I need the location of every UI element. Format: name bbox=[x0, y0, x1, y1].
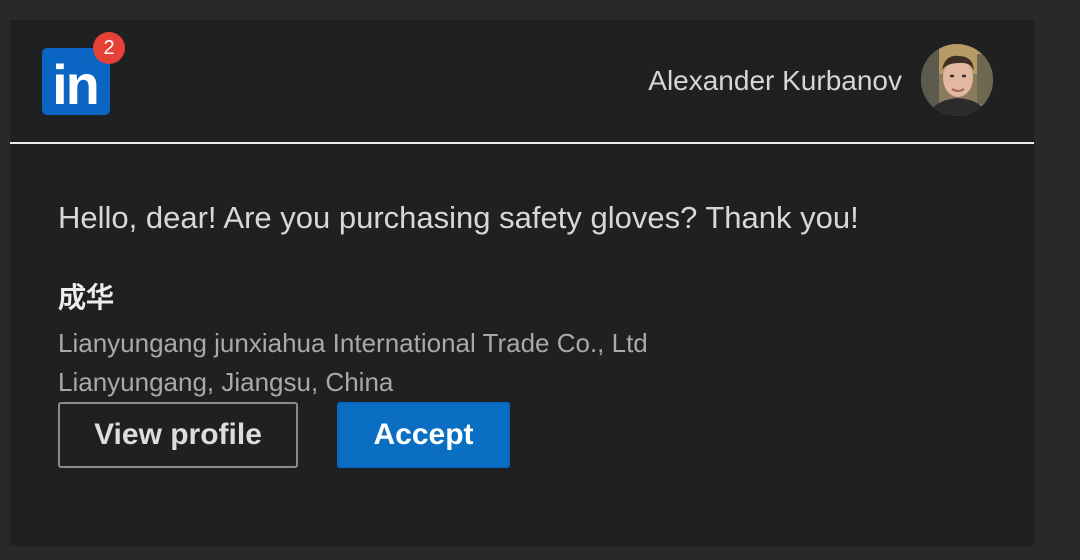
accept-button[interactable]: Accept bbox=[337, 402, 510, 468]
logo-text: in bbox=[52, 53, 100, 116]
avatar-photo-icon bbox=[921, 44, 993, 116]
avatar[interactable] bbox=[921, 44, 993, 116]
notification-badge: 2 bbox=[93, 32, 125, 64]
sender-name: 成华 bbox=[58, 281, 115, 314]
sender-company: Lianyungang junxiahua International Trad… bbox=[58, 328, 648, 358]
sender-location: Lianyungang, Jiangsu, China bbox=[58, 367, 394, 397]
invitation-card: in 2 Alexander Kurbanov Hello, dear! Are… bbox=[10, 20, 1034, 546]
user-name[interactable]: Alexander Kurbanov bbox=[648, 65, 902, 97]
invitation-message: Hello, dear! Are you purchasing safety g… bbox=[58, 200, 859, 235]
card-header: in 2 Alexander Kurbanov bbox=[10, 20, 1034, 144]
view-profile-button[interactable]: View profile bbox=[58, 402, 298, 468]
